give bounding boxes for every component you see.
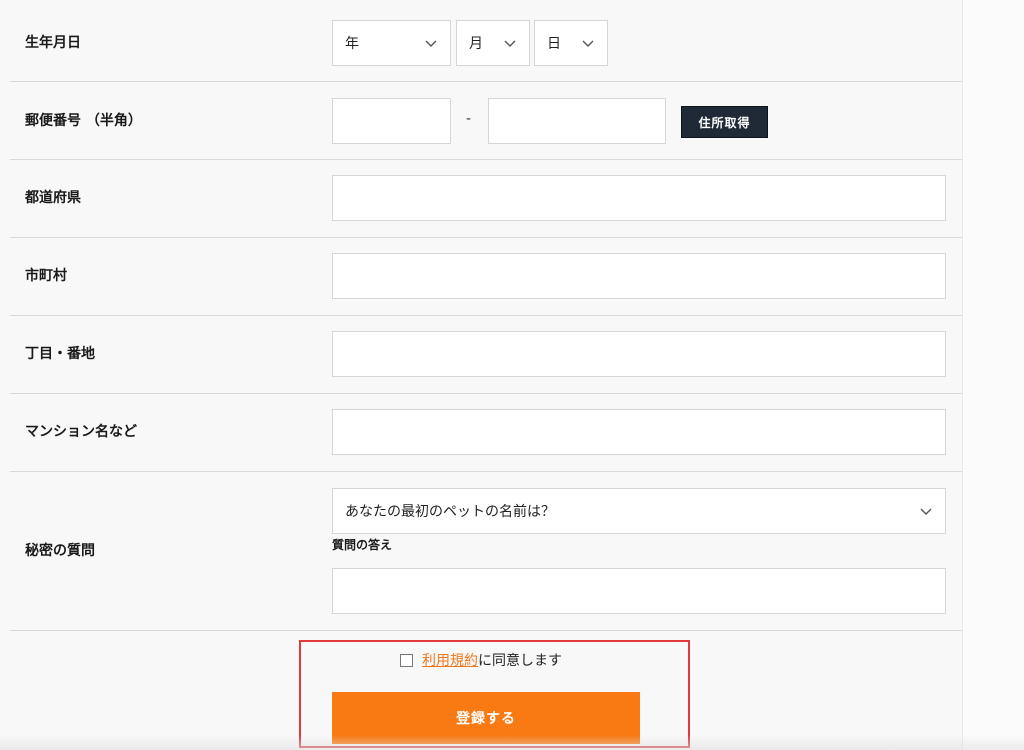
secret-answer-input[interactable]: [332, 568, 946, 614]
row-street: 丁目・番地: [10, 316, 962, 394]
postal-code-first-input[interactable]: [332, 98, 451, 144]
row-birthdate: 生年月日 年 月 日: [10, 0, 962, 82]
get-address-button[interactable]: 住所取得: [681, 106, 768, 138]
secret-question-label: 秘密の質問: [25, 543, 95, 559]
city-input[interactable]: [332, 253, 946, 299]
row-building: マンション名など: [10, 394, 962, 472]
birth-year-select[interactable]: 年: [332, 20, 451, 66]
terms-link[interactable]: 利用規約: [422, 650, 478, 670]
row-city: 市町村: [10, 238, 962, 316]
building-input[interactable]: [332, 409, 946, 455]
secret-answer-label: 質問の答え: [332, 538, 393, 552]
birth-day-value: 日: [547, 36, 561, 52]
birth-day-select[interactable]: 日: [534, 20, 608, 66]
chevron-down-icon: [581, 36, 595, 50]
chevron-down-icon: [919, 504, 933, 518]
row-secret-question: 秘密の質問 あなたの最初のペットの名前は？ 質問の答え: [10, 472, 962, 631]
page-margin: [962, 0, 1024, 750]
register-button[interactable]: 登録する: [332, 692, 640, 744]
postal-code-separator: -: [466, 111, 472, 127]
secret-question-select[interactable]: あなたの最初のペットの名前は？: [332, 488, 946, 534]
registration-form: 生年月日 年 月 日 郵便番号 （半角） - 住所取得 都道府県 市町村 丁目・…: [10, 0, 962, 631]
prefecture-label: 都道府県: [25, 190, 81, 206]
terms-agreement: 利用規約 に同意します: [400, 650, 562, 670]
birth-month-select[interactable]: 月: [456, 20, 530, 66]
building-label: マンション名など: [25, 424, 137, 440]
terms-agreement-text: に同意します: [478, 653, 562, 669]
chevron-down-icon: [424, 36, 438, 50]
row-prefecture: 都道府県: [10, 160, 962, 238]
prefecture-input[interactable]: [332, 175, 946, 221]
terms-checkbox[interactable]: [400, 653, 413, 667]
postal-code-second-input[interactable]: [488, 98, 666, 144]
street-input[interactable]: [332, 331, 946, 377]
street-label: 丁目・番地: [25, 346, 95, 362]
row-postal-code: 郵便番号 （半角） - 住所取得: [10, 82, 962, 160]
birth-month-value: 月: [469, 36, 483, 52]
birthdate-label: 生年月日: [25, 35, 81, 51]
city-label: 市町村: [25, 268, 67, 284]
registration-page: 生年月日 年 月 日 郵便番号 （半角） - 住所取得 都道府県 市町村 丁目・…: [0, 0, 1024, 750]
secret-question-value: あなたの最初のペットの名前は？: [345, 504, 555, 520]
birth-year-value: 年: [345, 36, 359, 52]
postal-code-label: 郵便番号 （半角）: [25, 113, 142, 129]
chevron-down-icon: [503, 36, 517, 50]
